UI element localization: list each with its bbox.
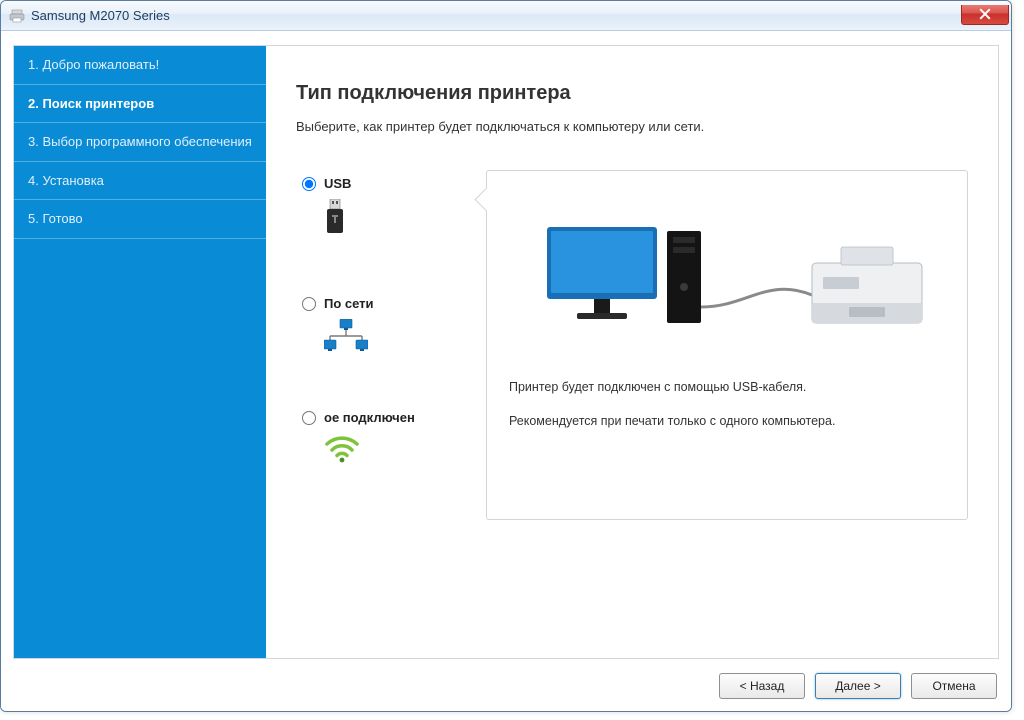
network-icon (324, 319, 368, 354)
preview-line-1: Принтер будет подключен с помощью USB-ка… (509, 377, 945, 397)
page-title: Тип подключения принтера (296, 82, 968, 105)
option-wireless[interactable]: ое подключен (302, 410, 466, 466)
content-area: 1. Добро пожаловать! 2. Поиск принтеров … (1, 31, 1011, 711)
installer-window: Samsung M2070 Series 1. Добро пожаловать… (0, 0, 1012, 712)
option-wireless-label: ое подключен (324, 410, 415, 425)
main-panel: Тип подключения принтера Выберите, как п… (266, 46, 998, 658)
next-button[interactable]: Далее > (815, 673, 901, 699)
back-button[interactable]: < Назад (719, 673, 805, 699)
window-title: Samsung M2070 Series (31, 8, 170, 23)
connection-illustration (509, 217, 945, 347)
radio-usb[interactable] (302, 177, 316, 191)
close-button[interactable] (961, 5, 1009, 25)
sidebar: 1. Добро пожаловать! 2. Поиск принтеров … (14, 46, 266, 658)
cancel-button[interactable]: Отмена (911, 673, 997, 699)
sidebar-step-5: 5. Готово (14, 200, 266, 239)
radio-wireless[interactable] (302, 411, 316, 425)
preview-line-2: Рекомендуется при печати только с одного… (509, 411, 945, 431)
titlebar[interactable]: Samsung M2070 Series (1, 1, 1011, 31)
option-usb[interactable]: USB (302, 176, 466, 240)
printer-icon (9, 8, 25, 24)
preview-panel: Принтер будет подключен с помощью USB-ка… (486, 170, 968, 520)
radio-network[interactable] (302, 297, 316, 311)
content-frame: 1. Добро пожаловать! 2. Поиск принтеров … (13, 45, 999, 659)
page-subtitle: Выберите, как принтер будет подключаться… (296, 119, 968, 134)
button-row: < Назад Далее > Отмена (719, 673, 997, 699)
sidebar-step-2: 2. Поиск принтеров (14, 85, 266, 124)
sidebar-step-4: 4. Установка (14, 162, 266, 201)
option-network-label: По сети (324, 296, 374, 311)
sidebar-step-3: 3. Выбор программного обеспечения (14, 123, 266, 162)
usb-icon (324, 199, 346, 240)
option-network[interactable]: По сети (302, 296, 466, 354)
options-layout: USB (296, 170, 968, 520)
preview-description: Принтер будет подключен с помощью USB-ка… (509, 377, 945, 445)
option-usb-label: USB (324, 176, 351, 191)
connection-options: USB (296, 170, 466, 520)
wifi-icon (324, 433, 360, 466)
window-controls (961, 6, 1009, 26)
sidebar-step-1: 1. Добро пожаловать! (14, 46, 266, 85)
